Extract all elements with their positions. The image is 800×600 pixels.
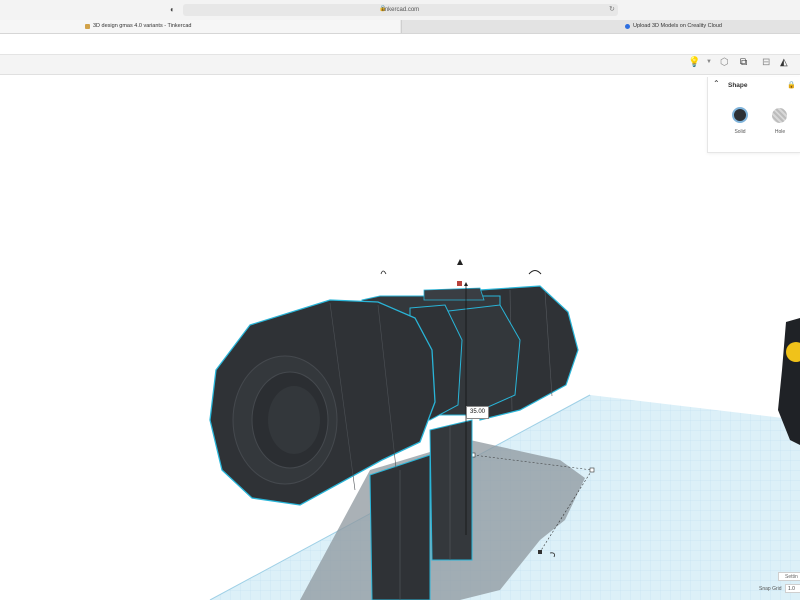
app-header [0, 34, 800, 55]
tab-creality-cloud[interactable]: Upload 3D Models on Creality Cloud [401, 20, 800, 33]
height-grip-handle[interactable] [457, 281, 462, 286]
url-text: tinkercad.com [381, 7, 420, 13]
solid-option-button[interactable] [732, 107, 748, 123]
collapse-chevron-icon[interactable]: ⌃ [713, 79, 720, 88]
snap-grid-select[interactable]: 1.0 [785, 584, 800, 593]
hole-label: Hole [774, 129, 786, 135]
panel-title: Shape [728, 82, 748, 89]
tab-title: 3D design gmas 4.0 variants - Tinkercad [93, 23, 192, 29]
height-arrow-handle[interactable] [457, 259, 463, 265]
snap-grid-label: Snap Grid [759, 586, 782, 592]
tinkercad-favicon-icon [85, 24, 90, 29]
dimension-value-badge[interactable]: 35.00 [466, 406, 489, 419]
browser-toolbar: ◐ 🔒 tinkercad.com ↻ [0, 0, 800, 20]
shape-outline-icon[interactable]: ⬡ [720, 57, 729, 68]
rotate-left-handle-icon[interactable] [380, 270, 387, 275]
tab-tinkercad[interactable]: 3D design gmas 4.0 variants - Tinkercad [0, 20, 400, 33]
solid-label: Solid [734, 129, 746, 135]
reload-icon[interactable]: ↻ [609, 5, 615, 13]
group-icon[interactable]: ⧉ [740, 57, 747, 68]
rotate-right-handle-icon[interactable] [528, 270, 542, 275]
editor-toolbar [0, 55, 800, 75]
chevron-down-icon[interactable]: ▼ [706, 59, 712, 65]
address-bar[interactable]: 🔒 tinkercad.com ↻ [183, 4, 618, 16]
shape-inspector-panel: ⌃ Shape 🔒 Solid Hole [707, 77, 800, 153]
hole-option-button[interactable] [772, 108, 787, 123]
settings-button[interactable]: Settin [778, 572, 800, 581]
lightbulb-icon[interactable]: 💡 [688, 57, 700, 68]
workplane-canvas[interactable] [0, 75, 800, 600]
creality-favicon-icon [625, 24, 630, 29]
align-icon[interactable]: ⊟ [762, 57, 770, 68]
sidebar-toggle-icon[interactable]: ◐ [170, 5, 175, 14]
tab-title: Upload 3D Models on Creality Cloud [633, 23, 722, 29]
mirror-icon[interactable]: ◭ [780, 57, 788, 68]
tab-strip: 3D design gmas 4.0 variants - Tinkercad … [0, 20, 800, 34]
height-marker-handle[interactable] [464, 282, 468, 286]
lock-icon[interactable]: 🔒 [787, 81, 796, 89]
